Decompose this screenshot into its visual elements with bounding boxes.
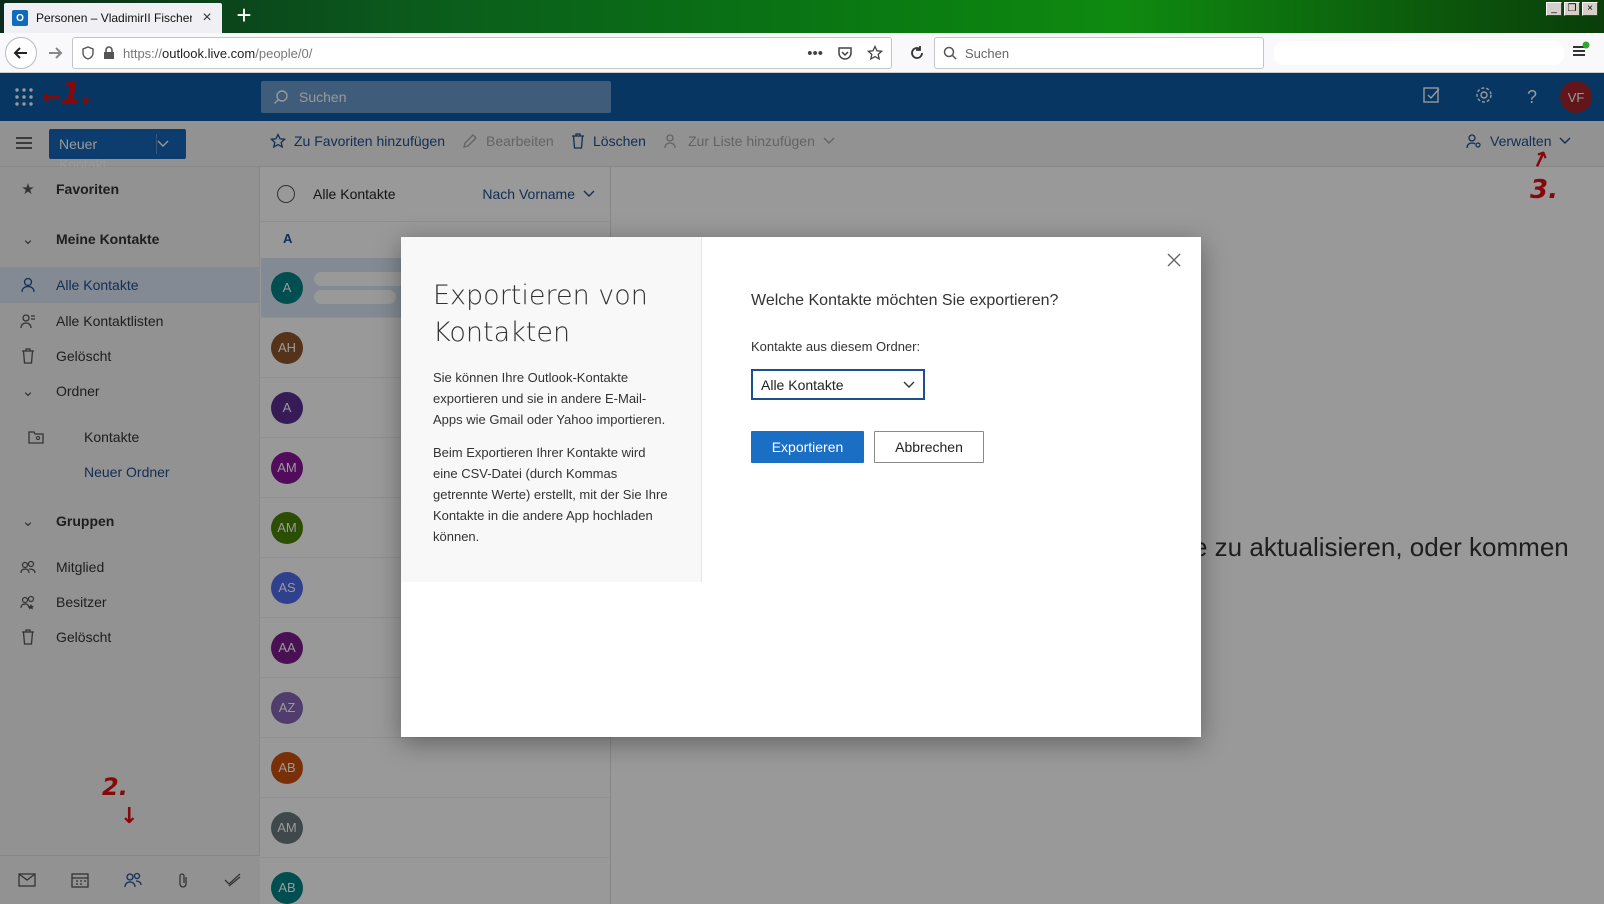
browser-menu-button[interactable] <box>1570 41 1594 65</box>
hamburger-menu-icon <box>1573 41 1590 56</box>
cancel-button[interactable]: Abbrechen <box>874 431 984 463</box>
browser-tab[interactable]: O Personen – VladimirII Fischer – Ou × <box>4 3 222 33</box>
export-button[interactable]: Exportieren <box>751 431 864 463</box>
url-icons: ••• <box>807 44 883 62</box>
reload-icon <box>911 46 923 59</box>
pocket-icon[interactable] <box>837 45 853 61</box>
url-host: outlook.live.com <box>162 45 256 61</box>
dialog-info-panel: Exportieren von Kontakten Sie können Ihr… <box>401 237 702 582</box>
more-dots-icon[interactable]: ••• <box>807 45 823 62</box>
close-icon <box>1167 253 1181 267</box>
chevron-down-icon <box>903 381 915 388</box>
star-bookmark-icon[interactable] <box>867 44 883 61</box>
new-tab-button[interactable]: + <box>232 2 256 28</box>
dialog-description-2: Beim Exportieren Ihrer Kontakte wird ein… <box>433 445 668 544</box>
dialog-description-1: Sie können Ihre Outlook-Kontakte exporti… <box>433 370 666 427</box>
lock-icon <box>104 46 114 59</box>
folder-select-label: Kontakte aus diesem Ordner: <box>751 339 921 354</box>
browser-search-placeholder: Suchen <box>965 45 1010 61</box>
export-contacts-dialog: Exportieren von Kontakten Sie können Ihr… <box>401 237 1201 737</box>
reload-button[interactable] <box>902 38 932 68</box>
shield-icon <box>82 46 94 60</box>
browser-search-input[interactable]: Suchen <box>934 37 1264 69</box>
window-controls: _ ❐ × <box>1546 2 1598 16</box>
tab-close-icon[interactable]: × <box>200 10 214 26</box>
url-prefix: https:// <box>123 45 163 61</box>
redacted-area <box>1274 41 1564 65</box>
arrow-left-icon <box>13 47 27 59</box>
close-window-button[interactable]: × <box>1582 2 1598 16</box>
arrow-right-icon <box>49 47 63 59</box>
tab-title: Personen – VladimirII Fischer – Ou <box>36 11 192 25</box>
url-bar[interactable]: https://outlook.live.com/people/0/ ••• <box>72 37 892 69</box>
back-button[interactable] <box>5 37 37 69</box>
search-icon <box>943 46 957 60</box>
restore-button[interactable]: ❐ <box>1564 2 1580 16</box>
minimize-button[interactable]: _ <box>1546 2 1562 16</box>
dialog-question: Welche Kontakte möchten Sie exportieren? <box>751 292 1059 309</box>
folder-select-value: Alle Kontakte <box>761 376 844 393</box>
url-text: https://outlook.live.com/people/0/ <box>123 46 799 61</box>
forward-button[interactable] <box>40 38 70 68</box>
dialog-title: Exportieren von Kontakten <box>433 280 648 348</box>
outlook-favicon-icon: O <box>12 10 28 26</box>
browser-navbar: https://outlook.live.com/people/0/ ••• S… <box>0 33 1604 100</box>
folder-select[interactable]: Alle Kontakte <box>751 369 925 400</box>
browser-titlebar: O Personen – VladimirII Fischer – Ou × +… <box>0 0 1604 33</box>
dialog-close-button[interactable] <box>1163 249 1185 271</box>
url-path: /people/0/ <box>255 45 313 61</box>
